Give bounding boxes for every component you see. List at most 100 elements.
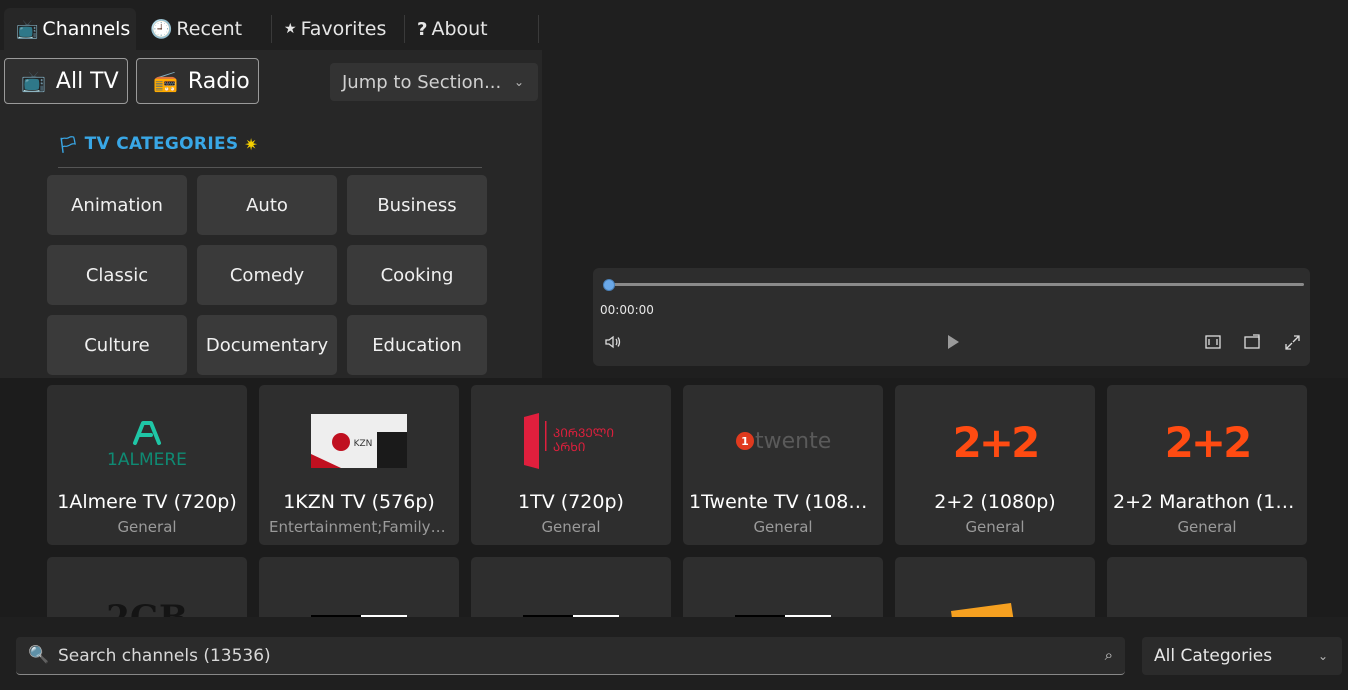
channel-card[interactable]: 2M — [471, 557, 671, 617]
channel-logo: 2M — [309, 585, 409, 617]
channel-card[interactable]: 1 twente 1Twente TV (1080p) General — [683, 385, 883, 545]
category-button[interactable]: Animation — [47, 175, 187, 235]
channel-logo: 2+2 — [1157, 413, 1257, 469]
category-button[interactable]: Education — [347, 315, 487, 375]
channel-category: General — [1177, 518, 1237, 536]
channel-name: 1Almere TV (720p) — [57, 491, 237, 513]
channel-logo: 2STV — [945, 585, 1045, 617]
svg-text:ᲞᲘᲠᲕᲔᲚᲘ: ᲞᲘᲠᲕᲔᲚᲘ — [553, 426, 614, 440]
channel-card[interactable]: 1ALMERE 1Almere TV (720p) General — [47, 385, 247, 545]
category-button[interactable]: Auto — [197, 175, 337, 235]
aspect-ratio-icon[interactable] — [1204, 334, 1222, 354]
channel-category: General — [541, 518, 601, 536]
svg-text:2S: 2S — [975, 614, 1012, 617]
categories-heading: 🏳 TV CATEGORIES ✷ — [58, 130, 258, 158]
seek-thumb[interactable] — [603, 279, 615, 291]
channel-name: 2+2 Marathon (10... — [1113, 491, 1301, 513]
category-button[interactable]: Cooking — [347, 245, 487, 305]
channel-card[interactable]: 2M — [259, 557, 459, 617]
radio-label: Radio — [187, 68, 250, 94]
channel-card[interactable]: 2+2 2+2 Marathon (10... General — [1107, 385, 1307, 545]
flag-icon: 🏳 — [58, 134, 79, 154]
tab-label: Recent — [176, 18, 243, 40]
svg-text:twente: twente — [755, 429, 831, 454]
tab-label: Channels — [42, 18, 131, 40]
mini-player-icon[interactable] — [1243, 334, 1261, 354]
radio-icon: 📻 — [153, 69, 178, 93]
categories-divider — [58, 167, 482, 168]
svg-text:2GB: 2GB — [106, 598, 187, 617]
channel-name: 2+2 (1080p) — [934, 491, 1056, 513]
chevron-down-icon: ⌄ — [1317, 649, 1328, 663]
channel-category: General — [753, 518, 813, 536]
all-tv-button[interactable]: 📺 All TV — [4, 58, 128, 104]
search-box: 🔍 ⌕ — [16, 637, 1125, 675]
categories-title: TV CATEGORIES — [84, 134, 239, 154]
jump-label: Jump to Section... — [342, 71, 502, 93]
jump-to-section-dropdown[interactable]: Jump to Section... ⌄ — [330, 63, 538, 101]
sparkle-icon: ✷ — [244, 134, 259, 154]
radio-button[interactable]: 📻 Radio — [136, 58, 259, 104]
search-input[interactable] — [56, 637, 1100, 675]
tab-about[interactable]: ? About — [405, 8, 535, 50]
svg-text:1: 1 — [741, 435, 749, 448]
tv-icon: 📺 — [21, 69, 46, 93]
category-filter-value: All Categories — [1154, 646, 1273, 666]
category-button[interactable]: Documentary — [197, 315, 337, 375]
channel-category: Entertainment;Family;G... — [269, 518, 449, 536]
tv-icon: 📺 — [16, 18, 39, 40]
svg-text:2+2: 2+2 — [953, 418, 1038, 467]
category-button[interactable]: Classic — [47, 245, 187, 305]
channel-logo: 1ALMERE — [97, 413, 197, 469]
play-icon[interactable] — [946, 334, 960, 354]
channel-card[interactable]: ᲞᲘᲠᲕᲔᲚᲘ ᲐᲠᲮᲘ 1TV (720p) General — [471, 385, 671, 545]
channel-card[interactable]: 2STV — [895, 557, 1095, 617]
channel-grid: 1ALMERE 1Almere TV (720p) General KZN 1K… — [0, 378, 1348, 617]
clock-icon: 🕘 — [150, 18, 173, 40]
svg-text:KZN: KZN — [354, 439, 373, 449]
svg-text:ᲐᲠᲮᲘ: ᲐᲠᲮᲘ — [553, 440, 585, 454]
chevron-down-icon: ⌄ — [513, 75, 524, 89]
channel-card[interactable]: TV — [1107, 557, 1307, 617]
tab-recent[interactable]: 🕘 Recent — [138, 8, 268, 50]
category-button[interactable]: Culture — [47, 315, 187, 375]
channel-logo: 1 twente — [733, 413, 833, 469]
elapsed-time: 00:00:00 — [600, 303, 654, 317]
magnifier-icon[interactable]: ⌕ — [1105, 646, 1113, 664]
channel-category: General — [965, 518, 1025, 536]
category-filter-dropdown[interactable]: All Categories ⌄ — [1142, 637, 1342, 675]
all-tv-label: All TV — [55, 68, 119, 94]
channel-logo: KZN — [311, 414, 407, 468]
category-button[interactable]: Business — [347, 175, 487, 235]
svg-text:1ALMERE: 1ALMERE — [107, 450, 187, 469]
channel-card[interactable]: 2GB — [47, 557, 247, 617]
channel-logo: ᲞᲘᲠᲕᲔᲚᲘ ᲐᲠᲮᲘ — [521, 413, 621, 469]
channel-name: 1KZN TV (576p) — [283, 491, 435, 513]
question-icon: ? — [417, 18, 428, 40]
channel-logo: 2M — [733, 585, 833, 617]
channel-card[interactable]: KZN 1KZN TV (576p) Entertainment;Family;… — [259, 385, 459, 545]
channel-logo: 2GB — [97, 585, 197, 617]
search-icon: 🔍 — [28, 645, 50, 665]
fullscreen-icon[interactable] — [1284, 334, 1301, 355]
tab-channels[interactable]: 📺 Channels — [4, 8, 136, 50]
svg-text:2M: 2M — [740, 616, 781, 617]
star-icon: ★ — [284, 21, 297, 37]
volume-icon[interactable] — [604, 333, 622, 355]
svg-text:2+2: 2+2 — [1165, 418, 1250, 467]
svg-text:2M: 2M — [528, 616, 569, 617]
channel-name: 1Twente TV (1080p) — [689, 491, 877, 513]
channel-category: General — [117, 518, 177, 536]
channel-card[interactable]: 2M — [683, 557, 883, 617]
channel-name: 1TV (720p) — [518, 491, 624, 513]
channel-logo: TV — [1157, 585, 1257, 617]
category-button[interactable]: Comedy — [197, 245, 337, 305]
tab-divider — [538, 15, 539, 43]
tab-label: Favorites — [300, 18, 387, 40]
svg-text:2M: 2M — [316, 616, 357, 617]
channel-card[interactable]: 2+2 2+2 (1080p) General — [895, 385, 1095, 545]
tab-favorites[interactable]: ★ Favorites — [272, 8, 402, 50]
channel-logo: 2M — [521, 585, 621, 617]
seek-bar[interactable] — [609, 283, 1304, 286]
tab-label: About — [431, 18, 488, 40]
